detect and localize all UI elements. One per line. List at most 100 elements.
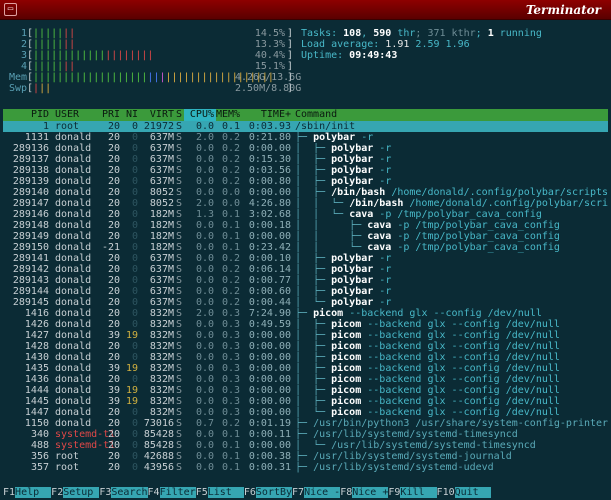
process-row[interactable]: 289137 donald 20 0 637M S 0.0 0.2 0:15.30 │ ├─ po… <box>3 154 608 165</box>
process-nice: 0 <box>131 264 138 275</box>
process-state: S <box>175 286 183 297</box>
window-title: Terminator <box>525 3 601 17</box>
process-row[interactable]: 1150 donald 20 0 73016 S 0.7 0.2 0:01.19 ├─ /usr/… <box>3 418 608 429</box>
tree-branch: │ ├─ <box>295 154 332 165</box>
tree-branch: │ ├─ <box>295 264 332 275</box>
process-pid: 289146 <box>12 209 49 220</box>
process-priority: 20 <box>107 121 120 132</box>
process-row[interactable]: 289136 donald 20 0 637M S 0.0 0.2 0:00.00 │ ├─ po… <box>3 143 608 154</box>
process-row[interactable]: 1435 donald 39 19 832M S 0.0 0.3 0:00.00 │ ├─ pic… <box>3 363 608 374</box>
header-pid[interactable]: PID <box>3 109 49 120</box>
process-row[interactable]: 289138 donald 20 0 637M S 0.0 0.2 0:03.56 │ ├─ po… <box>3 165 608 176</box>
process-row[interactable]: 289145 donald 20 0 637M S 0.0 0.2 0:00.44 │ └─ po… <box>3 297 608 308</box>
fkey-f1[interactable]: F1 <box>3 487 16 498</box>
fkey-f7[interactable]: F7 <box>292 487 305 498</box>
process-pid: 1416 <box>24 308 49 319</box>
fkey-label[interactable]: Nice + <box>352 487 389 498</box>
process-state: S <box>175 440 183 451</box>
process-mem: 0.3 <box>221 363 240 374</box>
process-row[interactable]: 488 systemd-ti 20 0 85428 S 0.0 0.1 0:00.00 │ └─ … <box>3 440 608 451</box>
process-mem: 0.2 <box>221 176 240 187</box>
process-row[interactable]: 1445 donald 39 19 832M S 0.0 0.3 0:00.00 │ ├─ pic… <box>3 396 608 407</box>
process-time: 4:26.80 <box>248 198 291 209</box>
process-row[interactable]: 289142 donald 20 0 637M S 0.0 0.2 0:06.14 │ ├─ po… <box>3 264 608 275</box>
command-binary: polybar <box>331 264 374 275</box>
process-row[interactable]: 1428 donald 20 0 832M S 0.0 0.3 0:00.00 │ ├─ pico… <box>3 341 608 352</box>
process-cpu: 0.0 <box>195 429 214 440</box>
process-priority: 20 <box>107 418 120 429</box>
process-state: S <box>175 297 183 308</box>
fkey-f5[interactable]: F5 <box>195 487 208 498</box>
process-row[interactable]: 1444 donald 39 19 832M S 0.0 0.3 0:00.00 │ ├─ pic… <box>3 385 608 396</box>
process-row[interactable]: 340 systemd-ti 20 0 85428 S 0.0 0.1 0:00.11 ├─ /u… <box>3 429 608 440</box>
process-row[interactable]: 289140 donald 20 0 8052 S 0.0 0.0 0:00.00 │ ├─ /b… <box>3 187 608 198</box>
fkey-label[interactable]: SortBy <box>255 487 293 498</box>
process-row[interactable]: 289148 donald 20 0 182M S 0.0 0.1 0:00.18 │ │ ├─ … <box>3 220 608 231</box>
process-row[interactable]: 1447 donald 20 0 832M S 0.0 0.3 0:00.00 │ └─ pico… <box>3 407 608 418</box>
command-args: -r <box>373 297 392 308</box>
process-row[interactable]: 1131 donald 20 0 637M S 2.0 0.2 0:21.80 ├─ polyba… <box>3 132 608 143</box>
fkey-label[interactable]: Quit <box>454 487 491 498</box>
window-titlebar[interactable]: ▭ Terminator <box>0 0 611 20</box>
header-ni[interactable]: NI <box>124 109 138 120</box>
fkey-label[interactable]: Setup <box>63 487 100 498</box>
command-args: /usr/share/system-config-printer/applet.… <box>415 418 608 429</box>
process-row[interactable]: 1416 donald 20 0 832M S 2.0 0.3 7:24.90 ├─ picom … <box>3 308 608 319</box>
header-mem[interactable]: MEM% <box>216 109 240 120</box>
process-pid: 1435 <box>24 363 49 374</box>
process-row[interactable]: 1436 donald 20 0 832M S 0.0 0.3 0:00.00 │ ├─ pico… <box>3 374 608 385</box>
process-row[interactable]: 289147 donald 20 0 8052 S 2.0 0.0 4:26.80 │ │ └─ … <box>3 198 608 209</box>
fkey-label[interactable]: List <box>207 487 244 498</box>
process-state: S <box>175 363 183 374</box>
fkey-f10[interactable]: F10 <box>436 487 455 498</box>
process-virt: 832M <box>149 374 174 385</box>
process-row[interactable]: 1430 donald 20 0 832M S 0.0 0.3 0:00.00 │ ├─ pico… <box>3 352 608 363</box>
fkey-f6[interactable]: F6 <box>243 487 256 498</box>
fkey-label[interactable]: Help <box>15 487 52 498</box>
process-cpu: 0.0 <box>195 176 214 187</box>
fkey-f3[interactable]: F3 <box>99 487 112 498</box>
htop-terminal[interactable]: 1[||||||| 14.5%] 2[||||||| 13.3%] 3[||||||… <box>3 22 608 498</box>
header-command[interactable]: Command <box>295 109 608 120</box>
header-cpu[interactable]: CPU% <box>184 109 214 120</box>
process-row[interactable]: 356 root 20 0 42688 S 0.0 0.1 0:00.38 ├─ /usr/lib… <box>3 451 608 462</box>
terminal-icon[interactable]: ▭ <box>4 3 17 16</box>
process-row[interactable]: 1426 donald 20 0 832M S 0.0 0.3 0:49.59 │ ├─ pico… <box>3 319 608 330</box>
process-row[interactable]: 357 root 20 0 43956 S 0.0 0.1 0:00.31 ├─ /usr/lib… <box>3 462 608 473</box>
process-nice: 0 <box>131 341 138 352</box>
fkey-f9[interactable]: F9 <box>388 487 401 498</box>
header-state[interactable]: S <box>174 109 184 120</box>
process-command: │ ├─ polybar -r <box>295 264 608 275</box>
process-state: S <box>175 132 183 143</box>
fkey-label[interactable]: Nice - <box>304 487 341 498</box>
fkey-f8[interactable]: F8 <box>340 487 353 498</box>
process-row[interactable]: 289146 donald 20 0 182M S 1.3 0.1 3:02.68 │ │ └─ … <box>3 209 608 220</box>
process-mem: 0.0 <box>221 198 240 209</box>
process-row[interactable]: 1427 donald 39 19 832M S 0.0 0.3 0:00.00 │ ├─ pic… <box>3 330 608 341</box>
header-pri[interactable]: PRI <box>102 109 120 120</box>
fkey-f4[interactable]: F4 <box>147 487 160 498</box>
process-row[interactable]: 1 root 20 0 21972 S 0.0 0.1 0:03.93/sbin/init <box>3 121 608 132</box>
command-binary: /sbin/init <box>295 121 356 132</box>
fkey-label[interactable]: Filter <box>159 487 196 498</box>
header-virt[interactable]: VIRT <box>142 109 174 120</box>
header-time[interactable]: TIME+ <box>243 109 291 120</box>
process-priority: 20 <box>107 143 120 154</box>
process-row[interactable]: 289141 donald 20 0 637M S 0.0 0.2 0:00.10 │ ├─ po… <box>3 253 608 264</box>
fkey-label[interactable]: Search <box>111 487 148 498</box>
fkey-f2[interactable]: F2 <box>51 487 64 498</box>
process-row[interactable]: 289150 donald -21 0 182M S 0.0 0.1 0:23.42 │ │ └─… <box>3 242 608 253</box>
process-command: │ ├─ polybar -r <box>295 176 608 187</box>
process-row[interactable]: 289139 donald 20 0 637M S 0.0 0.2 0:00.80 │ ├─ po… <box>3 176 608 187</box>
process-pid: 289142 <box>12 264 49 275</box>
tree-branch: ├─ <box>295 451 314 462</box>
process-row[interactable]: 289149 donald 20 0 182M S 0.0 0.1 0:00.00 │ │ ├─ … <box>3 231 608 242</box>
process-pid: 340 <box>30 429 49 440</box>
fkey-label[interactable]: Kill <box>400 487 437 498</box>
tree-branch: │ ├─ <box>295 286 332 297</box>
process-time: 0:03.56 <box>248 165 291 176</box>
process-time: 0:00.10 <box>248 253 291 264</box>
process-row[interactable]: 289144 donald 20 0 637M S 0.0 0.2 0:00.60 │ ├─ po… <box>3 286 608 297</box>
process-row[interactable]: 289143 donald 20 0 637M S 0.0 0.2 0:00.77 │ ├─ po… <box>3 275 608 286</box>
process-state: S <box>175 385 183 396</box>
